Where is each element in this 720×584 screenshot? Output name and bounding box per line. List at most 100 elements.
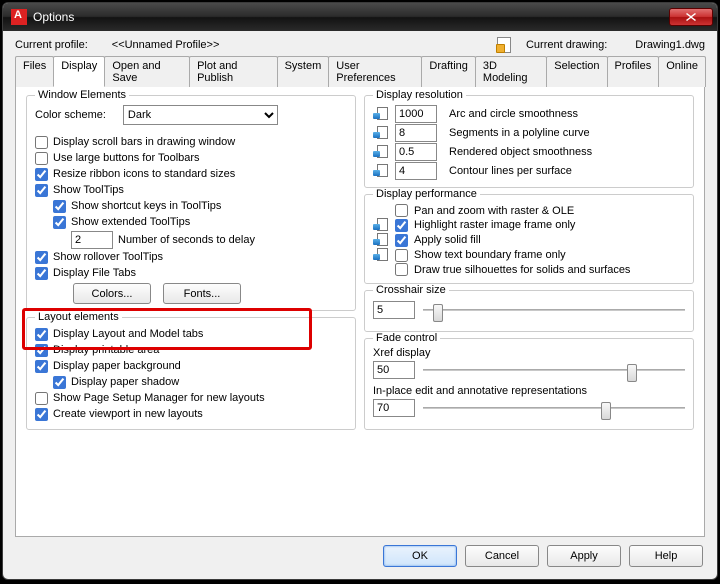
extended-tooltips-checkbox[interactable]	[53, 216, 66, 229]
paper-background-label: Display paper background	[53, 359, 181, 374]
true-silhouettes-checkbox[interactable]	[395, 263, 408, 276]
scrollbars-label: Display scroll bars in drawing window	[53, 135, 235, 150]
resolution-label-0: Arc and circle smoothness	[449, 108, 578, 120]
resolution-label-3: Contour lines per surface	[449, 165, 572, 177]
page-setup-manager-label: Show Page Setup Manager for new layouts	[53, 391, 265, 406]
tooltip-delay-label: Number of seconds to delay	[118, 233, 255, 248]
true-silhouettes-label: Draw true silhouettes for solids and sur…	[414, 264, 630, 276]
resize-ribbon-checkbox[interactable]	[35, 168, 48, 181]
dialog-footer: OK Cancel Apply Help	[3, 537, 717, 575]
options-dialog: Options Current profile: <<Unnamed Profi…	[2, 2, 718, 580]
close-icon	[686, 13, 696, 21]
dwg-icon	[373, 107, 389, 121]
tab-selection[interactable]: Selection	[546, 56, 607, 87]
help-button[interactable]: Help	[629, 545, 703, 567]
paper-background-checkbox[interactable]	[35, 360, 48, 373]
tab-drafting[interactable]: Drafting	[421, 56, 476, 87]
dwg-icon	[496, 37, 512, 53]
app-icon	[11, 9, 27, 25]
crosshair-size-title: Crosshair size	[373, 284, 449, 296]
crosshair-size-group: Crosshair size	[364, 290, 694, 332]
crosshair-size-slider[interactable]	[423, 302, 685, 318]
highlight-raster-checkbox[interactable]	[395, 219, 408, 232]
shortcut-keys-label: Show shortcut keys in ToolTips	[71, 199, 221, 214]
rollover-tooltips-checkbox[interactable]	[35, 251, 48, 264]
file-tabs-checkbox[interactable]	[35, 267, 48, 280]
display-resolution-group: Display resolution Arc and circle smooth…	[364, 95, 694, 188]
dwg-icon	[373, 218, 389, 232]
file-tabs-label: Display File Tabs	[53, 266, 136, 281]
drawing-value: Drawing1.dwg	[635, 39, 705, 51]
paper-shadow-checkbox[interactable]	[53, 376, 66, 389]
profile-label: Current profile:	[15, 39, 88, 51]
fade-control-group: Fade control Xref display In-place edit …	[364, 338, 694, 430]
scrollbars-checkbox[interactable]	[35, 136, 48, 149]
display-resolution-title: Display resolution	[373, 89, 466, 101]
pan-zoom-raster-checkbox[interactable]	[395, 204, 408, 217]
resolution-label-1: Segments in a polyline curve	[449, 127, 590, 139]
dwg-icon	[373, 248, 389, 262]
fonts-button[interactable]: Fonts...	[163, 283, 241, 304]
layout-elements-title: Layout elements	[35, 311, 122, 323]
inplace-edit-slider[interactable]	[423, 400, 685, 416]
layout-model-tabs-label: Display Layout and Model tabs	[53, 327, 203, 342]
large-buttons-checkbox[interactable]	[35, 152, 48, 165]
tab-online[interactable]: Online	[658, 56, 706, 87]
display-performance-title: Display performance	[373, 188, 480, 200]
tab-plot-and-publish[interactable]: Plot and Publish	[189, 56, 278, 87]
tooltip-delay-input[interactable]	[71, 231, 113, 249]
tab-system[interactable]: System	[277, 56, 330, 87]
profile-value: <<Unnamed Profile>>	[112, 39, 220, 51]
cancel-button[interactable]: Cancel	[465, 545, 539, 567]
colors-button[interactable]: Colors...	[73, 283, 151, 304]
dwg-icon	[373, 164, 389, 178]
resolution-input-0[interactable]	[395, 105, 437, 123]
inplace-edit-label: In-place edit and annotative representat…	[373, 385, 685, 397]
window-elements-title: Window Elements	[35, 89, 129, 101]
tab-user-preferences[interactable]: User Preferences	[328, 56, 422, 87]
xref-display-slider[interactable]	[423, 362, 685, 378]
create-viewport-label: Create viewport in new layouts	[53, 407, 203, 422]
titlebar[interactable]: Options	[3, 3, 717, 31]
shortcut-keys-checkbox[interactable]	[53, 200, 66, 213]
ok-button[interactable]: OK	[383, 545, 457, 567]
tab-display[interactable]: Display	[53, 56, 105, 87]
rollover-tooltips-label: Show rollover ToolTips	[53, 250, 163, 265]
resolution-label-2: Rendered object smoothness	[449, 146, 592, 158]
tab-3d-modeling[interactable]: 3D Modeling	[475, 56, 547, 87]
dwg-icon	[373, 145, 389, 159]
layout-elements-group: Layout elements Display Layout and Model…	[26, 317, 356, 430]
crosshair-size-input[interactable]	[373, 301, 415, 319]
printable-area-checkbox[interactable]	[35, 344, 48, 357]
tab-profiles[interactable]: Profiles	[607, 56, 660, 87]
large-buttons-label: Use large buttons for Toolbars	[53, 151, 200, 166]
window-elements-group: Window Elements Color scheme: Dark Displ…	[26, 95, 356, 311]
text-boundary-checkbox[interactable]	[395, 249, 408, 262]
xref-display-label: Xref display	[373, 347, 685, 359]
resolution-input-1[interactable]	[395, 124, 437, 142]
window-title: Options	[33, 10, 669, 24]
drawing-label: Current drawing:	[526, 39, 607, 51]
resize-ribbon-label: Resize ribbon icons to standard sizes	[53, 167, 235, 182]
resolution-input-3[interactable]	[395, 162, 437, 180]
dwg-icon	[373, 126, 389, 140]
page-setup-manager-checkbox[interactable]	[35, 392, 48, 405]
tab-open-and-save[interactable]: Open and Save	[104, 56, 190, 87]
tab-files[interactable]: Files	[15, 56, 54, 87]
profile-bar: Current profile: <<Unnamed Profile>> Cur…	[3, 31, 717, 55]
paper-shadow-label: Display paper shadow	[71, 375, 179, 390]
show-tooltips-checkbox[interactable]	[35, 184, 48, 197]
dwg-icon	[373, 233, 389, 247]
close-button[interactable]	[669, 8, 713, 26]
xref-display-input[interactable]	[373, 361, 415, 379]
color-scheme-select[interactable]: Dark	[123, 105, 278, 125]
layout-model-tabs-checkbox[interactable]	[35, 328, 48, 341]
solid-fill-checkbox[interactable]	[395, 234, 408, 247]
fade-control-title: Fade control	[373, 332, 440, 344]
create-viewport-checkbox[interactable]	[35, 408, 48, 421]
tab-strip: FilesDisplayOpen and SavePlot and Publis…	[15, 55, 705, 87]
resolution-input-2[interactable]	[395, 143, 437, 161]
apply-button[interactable]: Apply	[547, 545, 621, 567]
solid-fill-label: Apply solid fill	[414, 234, 481, 246]
inplace-edit-input[interactable]	[373, 399, 415, 417]
